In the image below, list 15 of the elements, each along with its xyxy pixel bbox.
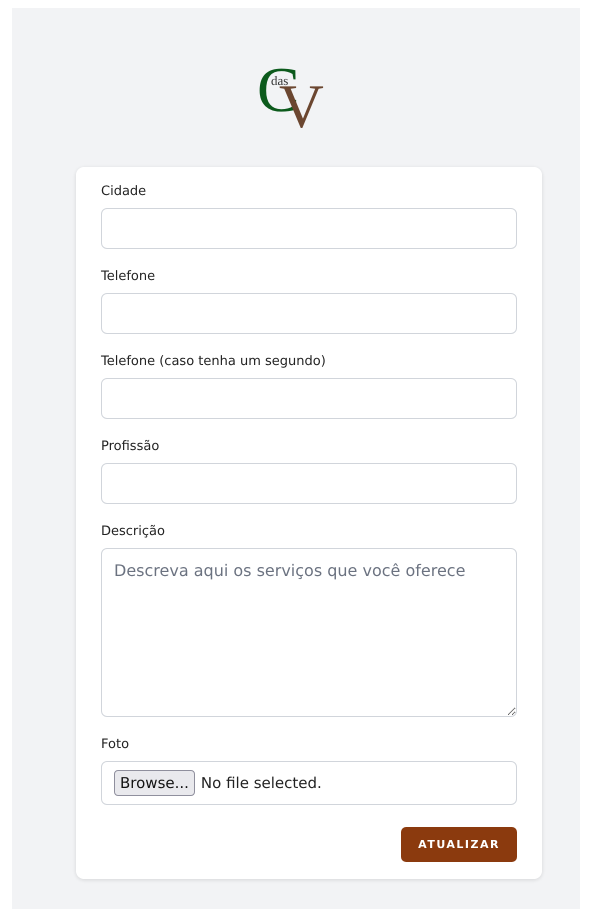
text-field[interactable] <box>101 463 517 504</box>
file-field[interactable]: Browse... No file selected. <box>101 761 517 805</box>
field-label: Profissão <box>101 439 160 454</box>
field-label: Foto <box>101 737 130 752</box>
description-field[interactable]: Descreva aqui os serviços que você oferece <box>101 548 517 717</box>
field-label: Telefone <box>101 269 156 284</box>
update-button[interactable]: ATUALIZAR <box>401 827 517 862</box>
text-field[interactable] <box>101 378 517 419</box>
field-label: Descrição <box>101 524 165 539</box>
text-field[interactable] <box>101 208 517 249</box>
field-label: Telefone (caso tenha um segundo) <box>101 354 326 369</box>
file-status: No file selected. <box>200 774 322 792</box>
field-label: Cidade <box>101 184 146 199</box>
browse-button[interactable]: Browse... <box>114 770 195 796</box>
text-field[interactable] <box>101 293 517 334</box>
